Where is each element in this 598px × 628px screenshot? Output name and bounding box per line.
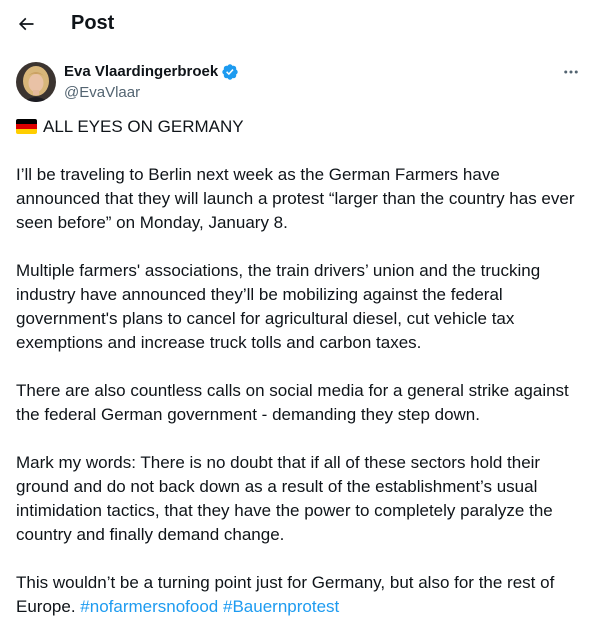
post-text: ALL EYES ON GERMANY I’ll be traveling to… [16, 115, 584, 619]
back-button[interactable] [12, 10, 40, 38]
author-handle[interactable]: @EvaVlaar [64, 83, 239, 103]
post-paragraph: Mark my words: There is no doubt that if… [16, 453, 553, 544]
hashtag-link[interactable]: #Bauernprotest [223, 597, 339, 616]
headline-text: ALL EYES ON GERMANY [43, 117, 244, 136]
author-display-name[interactable]: Eva Vlaardingerbroek [64, 62, 218, 82]
hashtag-link[interactable]: #nofarmersnofood [80, 597, 218, 616]
post-paragraph: There are also countless calls on social… [16, 381, 569, 424]
post-header: Post [0, 0, 598, 48]
post-paragraph: I’ll be traveling to Berlin next week as… [16, 165, 575, 232]
germany-flag-icon [16, 119, 37, 134]
avatar[interactable] [16, 62, 56, 102]
more-options-button[interactable] [556, 62, 586, 82]
post-headline: ALL EYES ON GERMANY [16, 115, 584, 139]
post-paragraph: Multiple farmers' associations, the trai… [16, 261, 541, 352]
post-author: Eva Vlaardingerbroek @EvaVlaar [16, 62, 586, 104]
page-title: Post [71, 12, 115, 34]
post-paragraph-final: This wouldn’t be a turning point just fo… [16, 571, 584, 619]
more-horizontal-icon [564, 70, 578, 74]
verified-badge-icon [222, 64, 238, 80]
author-info: Eva Vlaardingerbroek @EvaVlaar [64, 62, 239, 103]
arrow-left-icon [18, 17, 34, 31]
